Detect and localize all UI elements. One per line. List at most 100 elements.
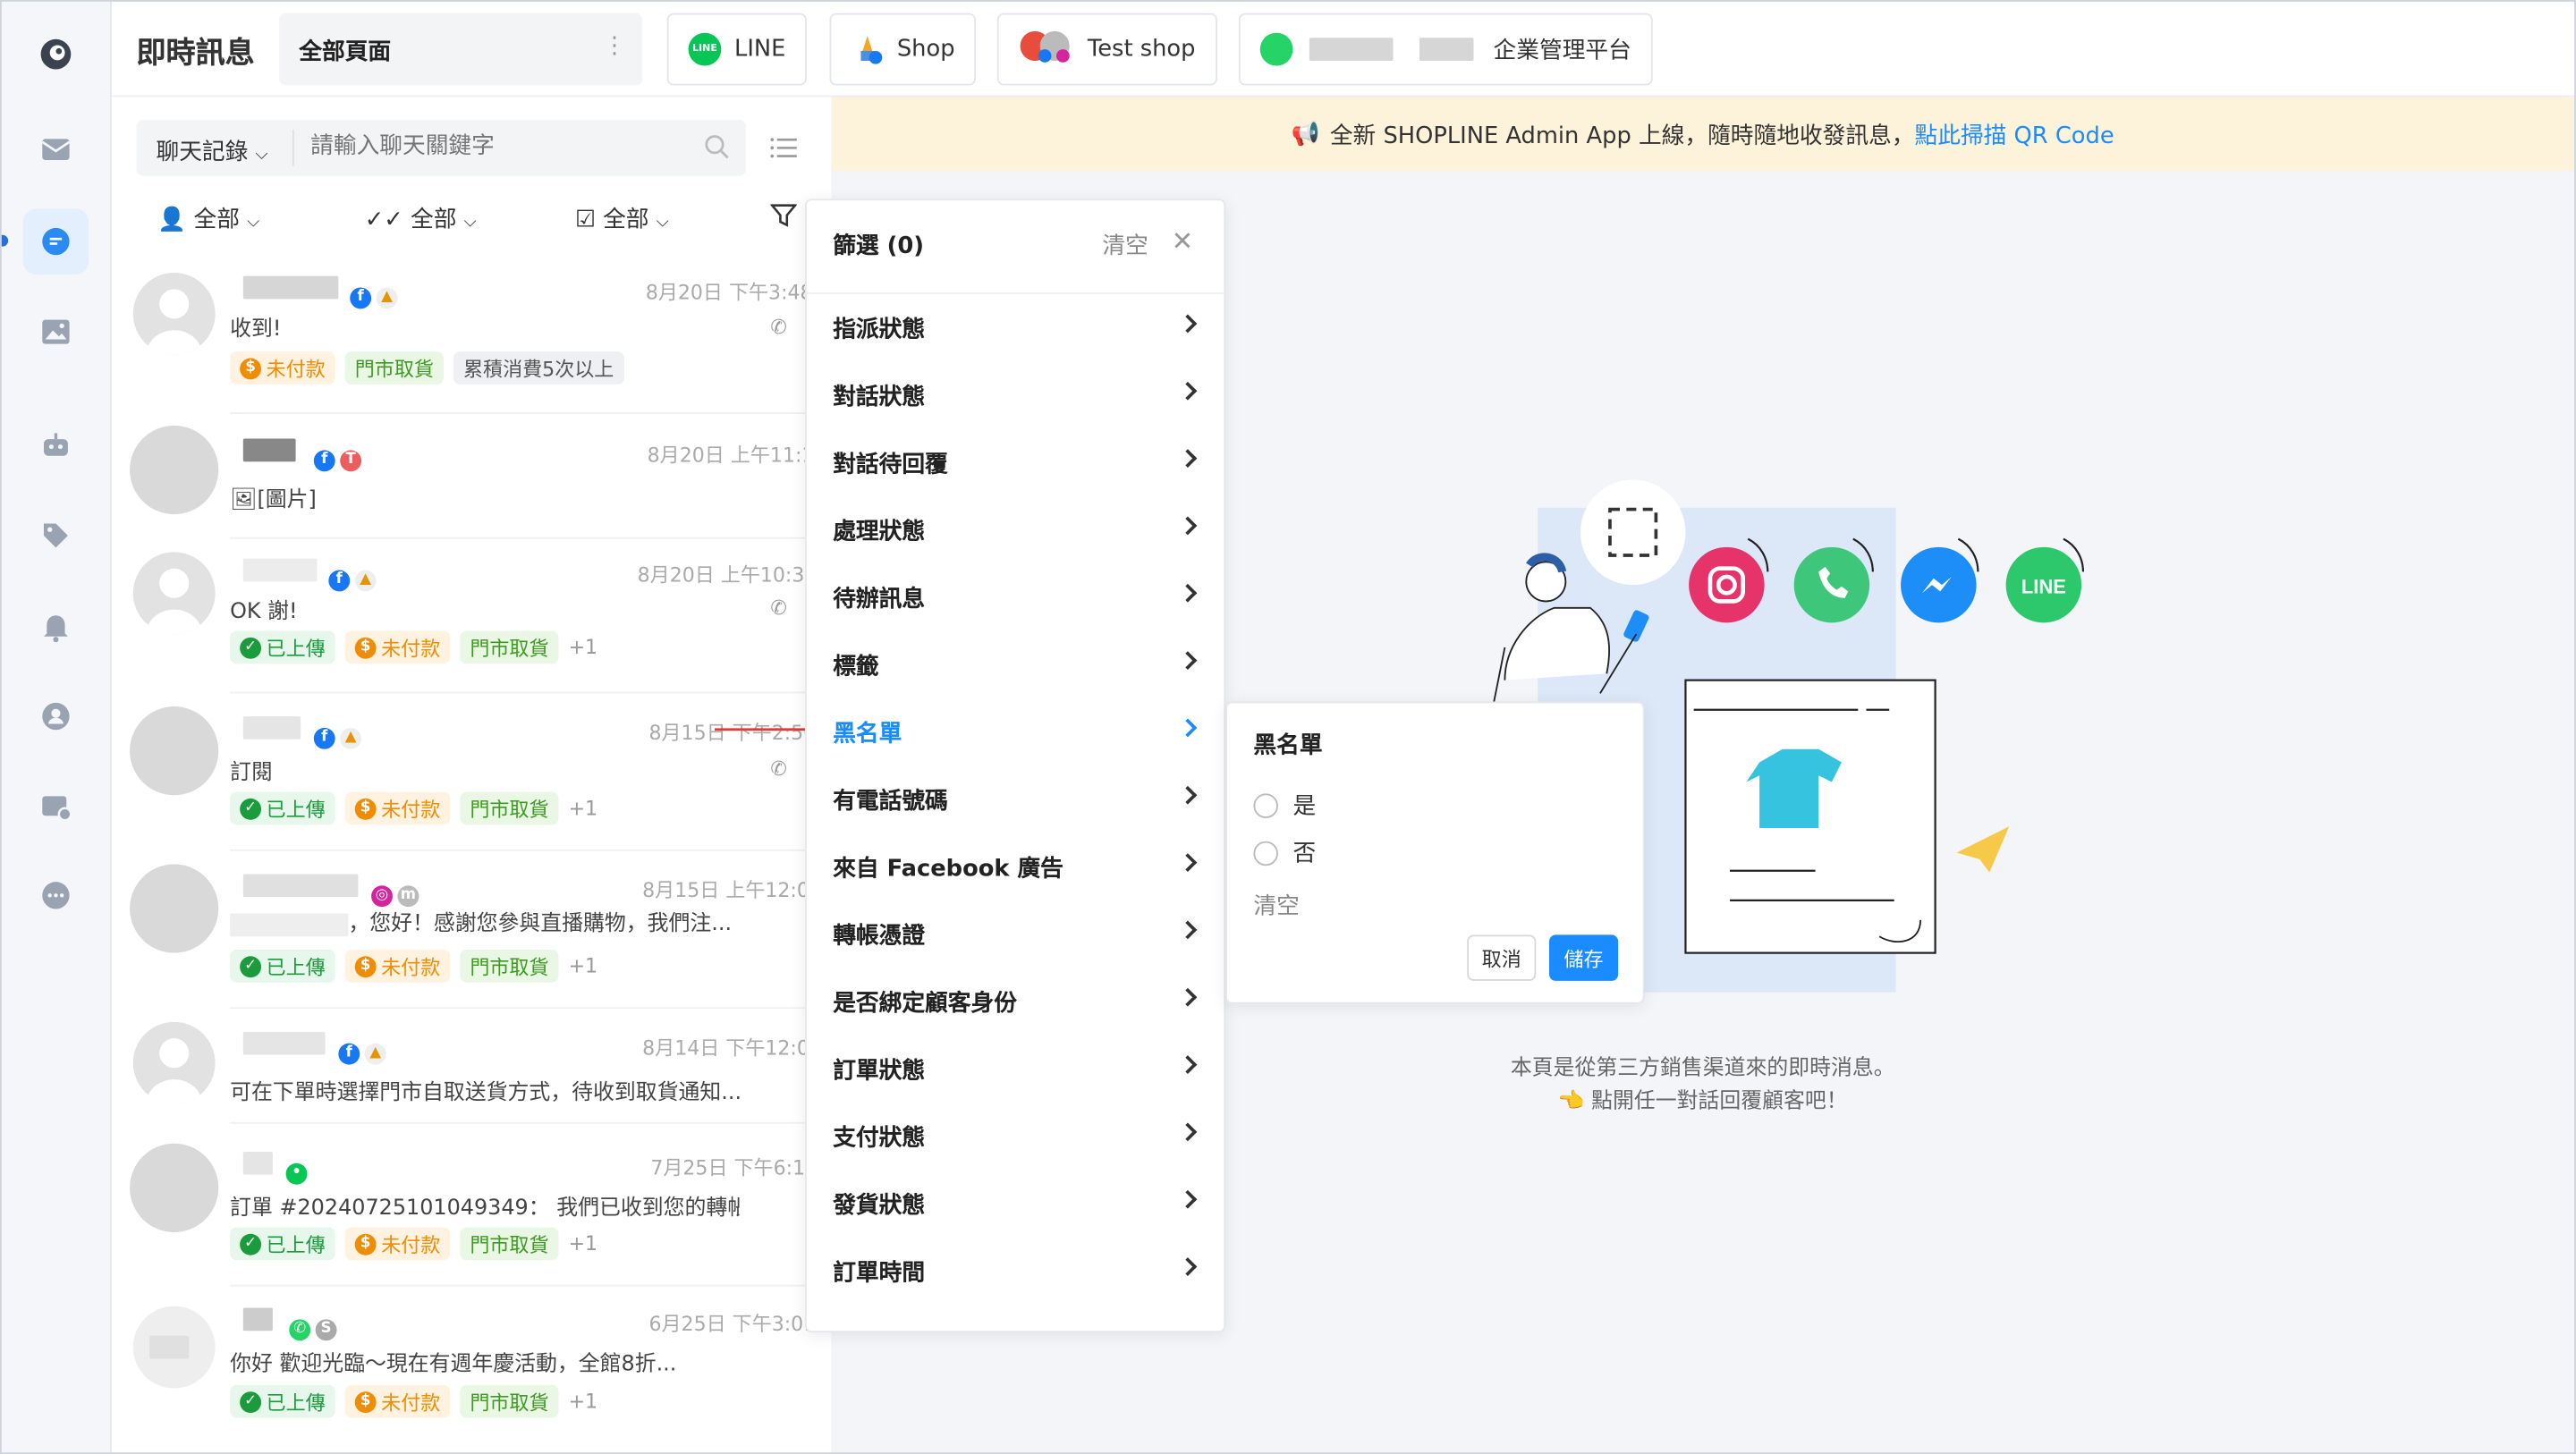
facebook-icon: f (313, 727, 335, 749)
search-icon[interactable] (703, 133, 729, 166)
conversation-tags: ✓ 已上傳 $ 未付款 門市取貨 +1 (230, 1384, 597, 1418)
chevron-right-icon (1178, 516, 1198, 536)
announcement-banner: 📢 全新 SHOPLINE Admin App 上線，隨時隨地收發訊息， 點此掃… (831, 97, 2575, 172)
conversation-item[interactable]: • 7月25日 下午6:12 訂單 #20240725101049349： 我們… (112, 1124, 832, 1287)
filter-item-shipping-status[interactable]: 發貨狀態 (807, 1170, 1227, 1237)
filter-item-facebook-ads[interactable]: 來自 Facebook 廣告 (807, 833, 1227, 900)
conversation-item[interactable]: f ▲ 8月20日 上午10:35 OK 謝! ✆ ✓ 已上傳 $ 未付款 門市取貨 … (112, 539, 832, 694)
inbox-icon[interactable] (23, 116, 89, 182)
banner-text: 全新 SHOPLINE Admin App 上線，隨時隨地收發訊息， (1329, 122, 1915, 149)
line-icon: • (285, 1162, 308, 1185)
submenu-clear-button[interactable]: 清空 (1253, 889, 1299, 922)
status-filter[interactable]: ☑ 全部 ⌵ (575, 202, 669, 235)
channel-tab-shop[interactable]: Shop (829, 13, 977, 86)
filter-item-payment-status[interactable]: 支付狀態 (807, 1103, 1227, 1170)
cancel-button[interactable]: 取消 (1467, 934, 1537, 981)
conversation-item[interactable]: f ▲ 8月14日 下午12:08 可在下單時選擇門市自取送貨方式，待收到取貨通知… (112, 1009, 832, 1124)
shop-icon: ▲ (340, 727, 362, 749)
facebook-icon: f (313, 450, 335, 472)
radio-no[interactable] (1253, 841, 1278, 866)
funnel-icon[interactable] (769, 202, 798, 235)
page-select[interactable]: 全部頁面 ⋮ (279, 13, 643, 86)
image-icon: 🖼 (230, 487, 258, 513)
filter-item-blacklist[interactable]: 黑名單 (807, 698, 1227, 765)
filter-item-handling[interactable]: 處理狀態 (807, 496, 1227, 563)
channel-tab-test-shop[interactable]: Test shop (996, 13, 1217, 86)
checklist-icon: ☑ (574, 207, 596, 233)
customer-icon[interactable] (23, 683, 89, 748)
tag-store-pickup: 門市取貨 (460, 1384, 559, 1418)
more-icon[interactable] (23, 863, 89, 928)
search-input[interactable] (310, 132, 689, 160)
more-tags-count: +1 (568, 636, 598, 659)
filter-item-awaiting-reply[interactable]: 對話待回覆 (807, 429, 1227, 496)
search-mode-select[interactable]: 聊天記錄 ⌵ (156, 135, 267, 168)
tag-store-pickup: 門市取貨 (460, 791, 559, 825)
tag-unpaid: $ 未付款 (344, 1384, 451, 1418)
kebab-icon[interactable]: ⋮ (603, 33, 626, 59)
filter-item-tags[interactable]: 標籤 (807, 631, 1227, 698)
conversation-item[interactable]: f ▲ 8月20日 下午3:48 收到! ✆ $ 未付款 門市取貨 累積消費5次以上 (112, 257, 832, 414)
bot-icon[interactable] (23, 412, 89, 478)
facebook-icon: f (350, 287, 372, 309)
bell-icon[interactable] (23, 593, 89, 658)
filter-item-order-status[interactable]: 訂單狀態 (807, 1035, 1227, 1102)
read-filter[interactable]: ✓✓ 全部 ⌵ (365, 202, 477, 235)
avatar (132, 272, 216, 355)
app-logo-icon[interactable] (23, 21, 89, 87)
avatar (130, 425, 219, 515)
line-icon: LINE (688, 32, 722, 66)
conversation-tags: ✓ 已上傳 $ 未付款 門市取貨 +1 (230, 630, 598, 664)
radio-yes[interactable] (1253, 793, 1278, 818)
filter-item-todo[interactable]: 待辦訊息 (807, 563, 1227, 630)
filter-item-has-phone[interactable]: 有電話號碼 (807, 765, 1227, 833)
media-icon[interactable] (23, 299, 89, 364)
order-icon[interactable] (23, 773, 89, 839)
source-icons: f ▲ (328, 559, 381, 592)
filter-item-assign[interactable]: 指派狀態 (807, 294, 1227, 361)
blacklist-submenu: 黑名單 是 否 清空 取消 儲存 (1225, 701, 1645, 1004)
shop-icon: ▲ (354, 570, 377, 592)
filter-item-conversation[interactable]: 對話狀態 (807, 361, 1227, 428)
list-view-icon[interactable] (769, 133, 799, 169)
conversation-item[interactable]: ◎ m 8月15日 上午12:00 ，您好！感謝您參與直播購物，我們注... ✓ 已… (112, 851, 832, 1010)
conversation-tags: ✓ 已上傳 $ 未付款 門市取貨 +1 (230, 791, 597, 825)
conversation-item[interactable]: ✆ S 6月25日 下午3:01 你好 歡迎光臨～現在有週年慶活動，全館8折...… (112, 1287, 831, 1453)
chevron-right-icon (1178, 785, 1198, 805)
filter-panel: 篩選 (0) 清空 ✕ 指派狀態 對話狀態 對話待回覆 處理狀態 待辦訊息 標籤… (804, 199, 1227, 1333)
conversation-tags: ✓ 已上傳 $ 未付款 門市取貨 +1 (230, 1227, 598, 1261)
avatar (132, 1306, 216, 1389)
conversation-message: OK 謝! (230, 599, 298, 625)
save-button[interactable]: 儲存 (1549, 934, 1619, 981)
close-icon[interactable]: ✕ (1172, 225, 1194, 257)
conversation-item[interactable]: fT 8月20日 上午11:17 🖼[圖片] (112, 414, 832, 539)
chat-icon[interactable] (22, 208, 89, 275)
conversation-tags: $ 未付款 門市取貨 累積消費5次以上 (230, 351, 633, 385)
assign-filter[interactable]: 👤 全部 ⌵ (157, 202, 259, 235)
search-mode-label: 聊天記錄 (156, 139, 249, 166)
chevron-down-icon: ⌵ (255, 146, 268, 165)
conversation-item[interactable]: f ▲ 8月15日 下午2:50 訂閱 ✆ ✓ 已上傳 $ 未付款 門市取貨 +1 (112, 693, 832, 851)
qr-code-link[interactable]: 點此掃描 QR Code (1915, 117, 2114, 150)
chevron-right-icon (1178, 920, 1198, 940)
avatar (132, 552, 216, 635)
filter-clear-button[interactable]: 清空 (1102, 228, 1148, 261)
channel-tab-line[interactable]: LINE LINE (666, 13, 808, 86)
search-bar: 聊天記錄 ⌵ (136, 120, 746, 176)
chevron-right-icon (1178, 987, 1198, 1007)
channel-tab-enterprise[interactable]: 企業管理平台 (1238, 13, 1653, 86)
tag-unpaid: $ 未付款 (344, 1227, 451, 1261)
avatar (130, 706, 219, 796)
tag-icon[interactable] (23, 503, 89, 568)
more-tags-count: +1 (568, 1231, 598, 1255)
filter-item-customer-bound[interactable]: 是否綁定顧客身份 (807, 968, 1227, 1035)
source-icons: • (285, 1152, 312, 1185)
filter-item-transfer-proof[interactable]: 轉帳憑證 (807, 900, 1227, 968)
facebook-icon: f (328, 570, 351, 592)
conversation-message: 你好 歡迎光臨～現在有週年慶活動，全館8折... (230, 1352, 677, 1377)
filter-item-order-time[interactable]: 訂單時間 (807, 1237, 1227, 1304)
chevron-right-icon (1178, 381, 1198, 401)
redacted-name (1309, 38, 1393, 61)
source-icons: f ▲ (338, 1032, 391, 1065)
conversation-tags: ✓ 已上傳 $ 未付款 門市取貨 +1 (230, 949, 597, 983)
